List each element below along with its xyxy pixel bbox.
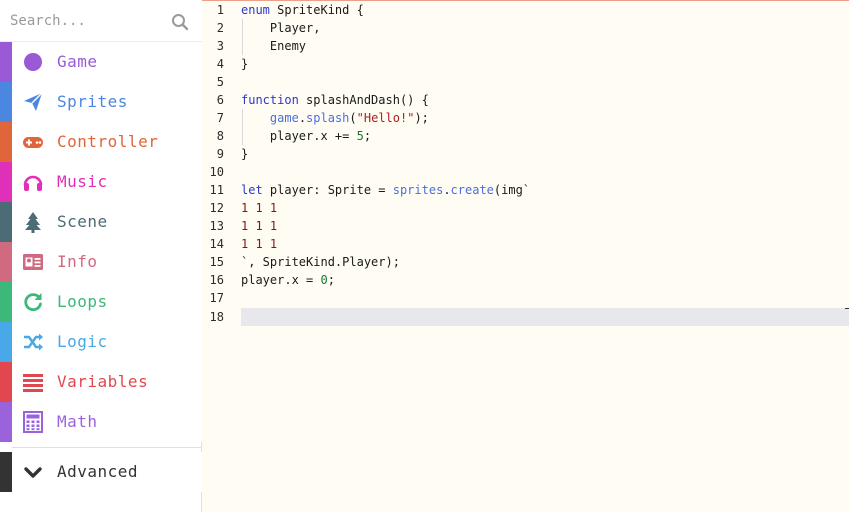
category-label: Math: [57, 412, 98, 431]
category-advanced[interactable]: Advanced: [0, 452, 202, 492]
category-scene[interactable]: Scene: [0, 202, 202, 242]
category-label: Advanced: [57, 462, 139, 481]
code-line: }: [241, 147, 249, 161]
category-stripe: [0, 402, 12, 442]
category-label: Music: [57, 172, 108, 191]
shuffle-icon: [24, 333, 43, 351]
category-info[interactable]: Info: [0, 242, 202, 282]
category-label: Info: [57, 252, 98, 271]
category-logic[interactable]: Logic: [0, 322, 202, 362]
category-label: Game: [57, 52, 98, 71]
line-number: 5: [216, 75, 224, 89]
code-line: 1 1 1: [241, 237, 278, 251]
code-line: 1 1 1: [241, 219, 278, 233]
search-icon[interactable]: [171, 13, 189, 31]
code-line: }: [241, 57, 249, 71]
category-music[interactable]: Music: [0, 162, 202, 202]
code-line: function splashAndDash() {: [241, 93, 429, 107]
search-box: [0, 0, 202, 42]
category-math[interactable]: Math: [0, 402, 202, 442]
category-game[interactable]: Game: [0, 42, 202, 82]
paper-plane-icon: [24, 92, 43, 111]
line-number: 17: [209, 291, 224, 305]
text-cursor: [845, 308, 849, 309]
category-stripe: [0, 202, 12, 242]
search-input[interactable]: [10, 9, 160, 33]
category-label: Sprites: [57, 92, 128, 111]
code-line: player.x = 0;: [241, 273, 335, 287]
calculator-icon: [23, 411, 43, 433]
list-icon: [23, 374, 43, 392]
category-controller[interactable]: Controller: [0, 122, 202, 162]
circle-icon: [24, 53, 42, 71]
code-line: game.splash("Hello!");: [269, 111, 429, 125]
gamepad-icon: [23, 137, 43, 148]
chevron-down-icon: [24, 467, 42, 478]
code-line: 1 1 1: [241, 201, 278, 215]
category-stripe: [0, 282, 12, 322]
category-stripe: [0, 322, 12, 362]
code-editor[interactable]: 1 2 3 4 5 6 7 8 9 10 11 12 13 14 15 16 1…: [202, 0, 849, 512]
category-stripe: [0, 362, 12, 402]
category-stripe: [0, 42, 12, 82]
category-sprites[interactable]: Sprites: [0, 82, 202, 122]
headphones-icon: [23, 175, 43, 191]
category-loops[interactable]: Loops: [0, 282, 202, 322]
category-label: Logic: [57, 332, 108, 351]
code-line: enum SpriteKind {: [241, 3, 364, 17]
code-line: Enemy: [241, 39, 307, 53]
line-number: 10: [209, 165, 224, 179]
category-label: Variables: [57, 372, 149, 391]
category-stripe: [0, 242, 12, 282]
category-variables[interactable]: Variables: [0, 362, 202, 402]
refresh-icon: [24, 293, 42, 311]
category-label: Loops: [57, 292, 108, 311]
category-stripe: [0, 82, 12, 122]
id-card-icon: [23, 254, 43, 270]
category-label: Controller: [57, 132, 159, 151]
toolbox-divider: [12, 447, 202, 448]
code-line: let player: Sprite = sprites.create(img`: [241, 183, 531, 197]
toolbox: Game Sprites Controller Music: [0, 0, 202, 512]
category-label: Scene: [57, 212, 108, 231]
category-stripe: [0, 122, 12, 162]
code-line: Player,: [241, 21, 321, 35]
line-number: 18: [209, 310, 224, 324]
category-stripe: [0, 452, 12, 492]
tree-icon: [25, 212, 41, 233]
code-line: `, SpriteKind.Player);: [241, 255, 400, 269]
category-stripe: [0, 162, 12, 202]
code-line: player.x += 5;: [241, 129, 372, 143]
